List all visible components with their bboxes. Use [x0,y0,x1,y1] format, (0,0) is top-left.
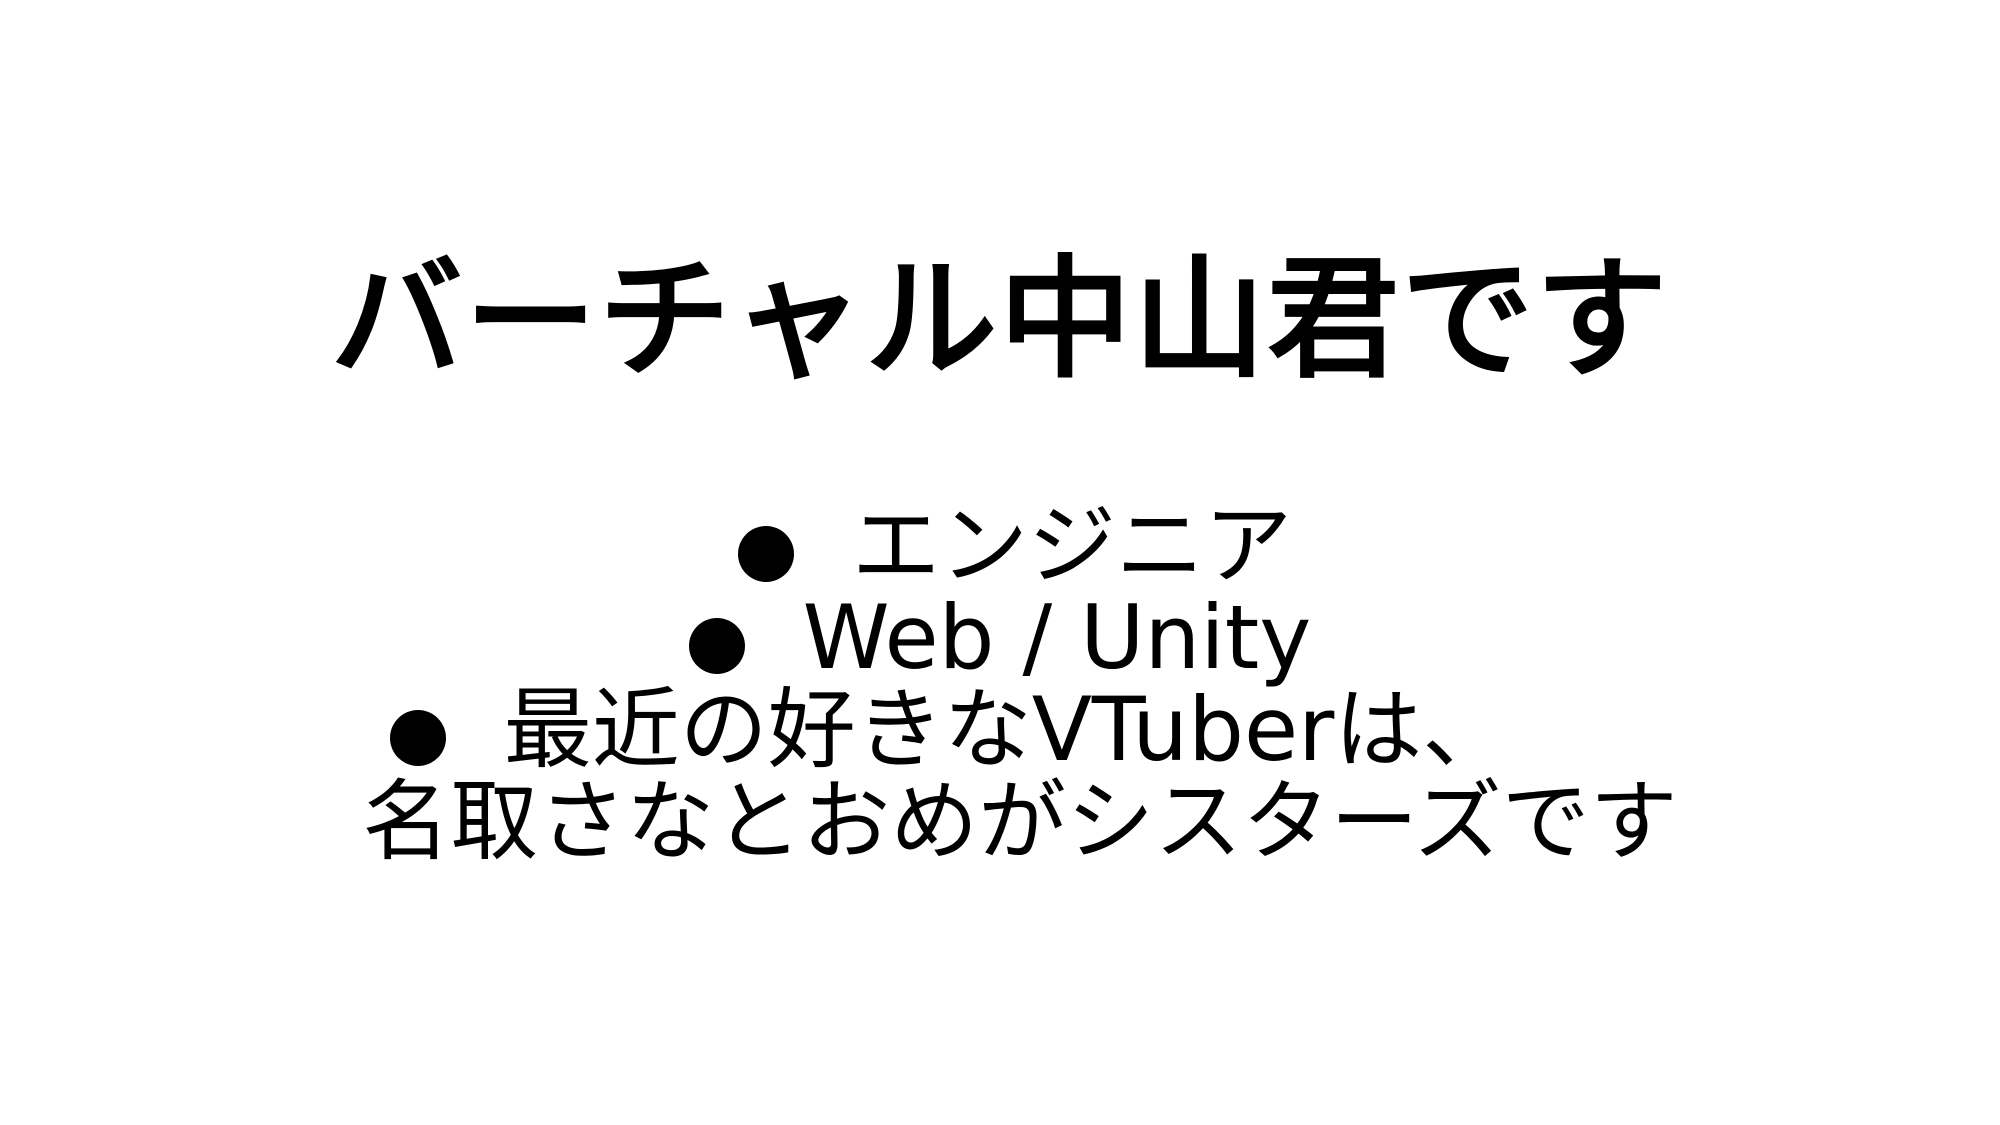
slide-title: バーチャル中山君です [330,243,1670,397]
bullet-list: エンジニア Web / Unity 最近の好きなVTuberは、 名取さなとおめ… [0,500,2000,868]
bullet-line-2: 名取さなとおめがシスターズです [362,770,1678,873]
bullet-item-favorite-vtuber: 最近の好きなVTuberは、 名取さなとおめがシスターズです [0,684,2000,868]
bullet-item-web-unity: Web / Unity [0,592,2000,684]
bullet-dot-icon [688,618,745,674]
bullet-item-engineer: エンジニア [30,500,2000,592]
bullet-line-1: 最近の好きなVTuberは、 [0,684,2000,776]
bullet-dot-icon [389,710,446,766]
slide: バーチャル中山君です エンジニア Web / Unity 最近の好きなVTube… [0,0,2000,1125]
bullet-dot-icon [737,526,794,582]
bullet-text: 最近の好きなVTuberは、 [503,678,1511,781]
bullet-text: Web / Unity [802,586,1312,689]
bullet-text: エンジニア [851,494,1292,597]
